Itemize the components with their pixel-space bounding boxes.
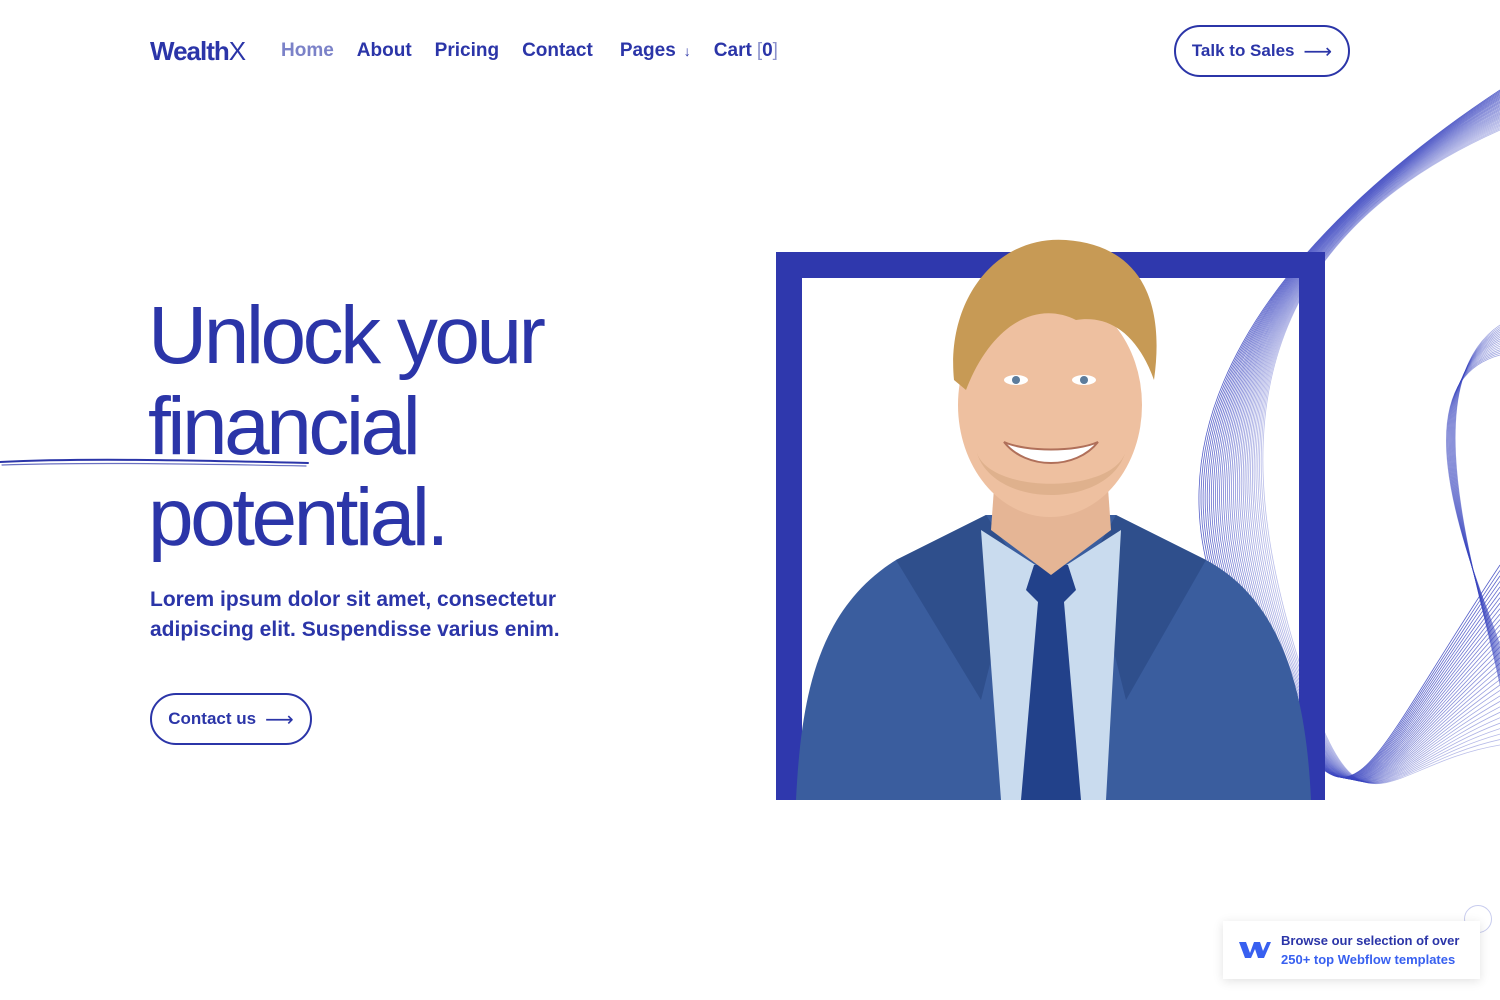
talk-to-sales-button[interactable]: Talk to Sales ⟶ — [1174, 25, 1350, 77]
hero-title-line-1: Unlock your — [148, 290, 546, 381]
hero-title: Unlock your financial potential. — [148, 290, 668, 563]
cart-count: 0 — [762, 40, 773, 61]
talk-to-sales-label: Talk to Sales — [1191, 41, 1295, 60]
contact-us-label: Contact us — [168, 709, 257, 728]
nav-menu: Home About Pricing Contact Pages ↓ Cart … — [281, 40, 801, 62]
cart-label: Cart — [713, 40, 752, 61]
cart-count-badge: [0] — [756, 40, 778, 61]
webflow-logo-icon — [1239, 942, 1271, 958]
nav-item-about[interactable]: About — [357, 40, 412, 62]
logo-wordmark: Wealth — [150, 36, 230, 66]
businessman-portrait-image — [796, 239, 1311, 800]
chevron-down-icon: ↓ — [683, 43, 691, 59]
hero-subtitle: Lorem ipsum dolor sit amet, consectetur … — [150, 588, 560, 641]
nav-item-pricing[interactable]: Pricing — [435, 40, 499, 62]
nav-item-cart[interactable]: Cart [0] — [714, 40, 778, 62]
webflow-templates-badge[interactable]: Browse our selection of over 250+ top We… — [1223, 921, 1480, 979]
badge-line-1: Browse our selection of over — [1281, 933, 1460, 948]
hero-title-line-3: potential. — [148, 472, 449, 563]
nav-item-pages-dropdown[interactable]: Pages ↓ — [620, 40, 691, 62]
badge-line-2: 250+ top Webflow templates — [1281, 952, 1456, 967]
contact-us-button[interactable]: Contact us ⟶ — [150, 693, 312, 745]
arrow-right-icon: ⟶ — [1303, 40, 1333, 63]
logo-x: X — [228, 36, 246, 66]
arrow-right-icon: ⟶ — [265, 708, 294, 731]
hand-drawn-underline — [0, 458, 309, 467]
logo[interactable]: WealthX — [150, 36, 246, 67]
nav-item-pages-label: Pages — [619, 40, 676, 61]
nav-item-home[interactable]: Home — [281, 40, 334, 62]
nav-item-contact[interactable]: Contact — [522, 40, 593, 62]
